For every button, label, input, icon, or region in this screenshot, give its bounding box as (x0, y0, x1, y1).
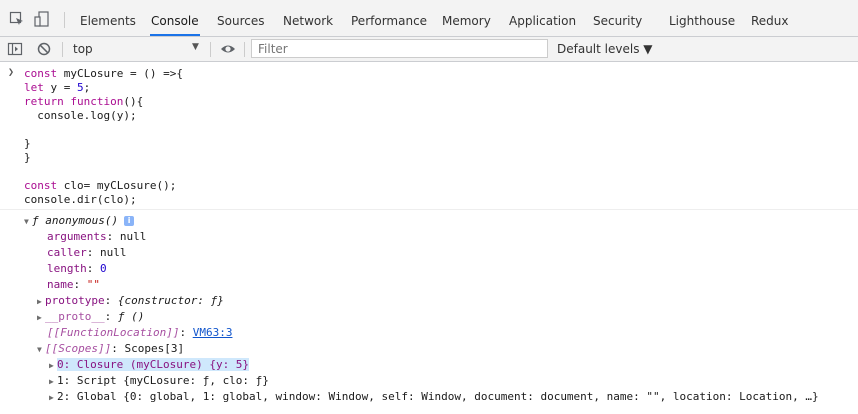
sidebar-toggle-icon[interactable] (7, 41, 23, 57)
tree-property: length: 0 (47, 262, 107, 275)
tree-property: caller: null (47, 246, 127, 259)
log-levels-dropdown[interactable]: Default levels ▼ (557, 42, 653, 56)
property-value: "" (86, 278, 100, 291)
property-key: arguments (47, 230, 107, 243)
scope-item[interactable]: ▶ 0: Closure (myCLosure) {y: 5} (0, 358, 858, 372)
property-value: Scopes[3] (124, 342, 185, 355)
toolbar-divider (210, 42, 211, 57)
tab-console[interactable]: Console (150, 0, 200, 36)
eye-icon[interactable] (220, 41, 236, 57)
property-value: 0 (100, 262, 107, 275)
triangle-collapsed-icon[interactable]: ▶ (49, 375, 57, 386)
device-toggle-icon[interactable] (34, 11, 50, 27)
property-key: [[FunctionLocation]] (47, 326, 180, 339)
filter-input[interactable] (251, 39, 548, 58)
triangle-collapsed-icon[interactable]: ▶ (49, 391, 57, 402)
triangle-expanded-icon[interactable]: ▼ (24, 215, 32, 226)
property-key: [[Scopes]] (45, 342, 112, 355)
code-line: } (24, 151, 31, 164)
message-divider (0, 209, 858, 210)
property-value: null (119, 230, 147, 243)
tree-property: [[FunctionLocation]]: VM63:3 (47, 326, 233, 339)
toolbar-divider (244, 42, 245, 57)
console-output: ❯ const myCLosure = () =>{ let y = 5; re… (0, 62, 858, 414)
property-key: name (47, 278, 74, 291)
tree-property-expandable[interactable]: ▶ __proto__: ƒ () (0, 310, 858, 324)
property-key: __proto__ (45, 310, 105, 323)
tab-elements[interactable]: Elements (79, 0, 137, 36)
clear-console-icon[interactable] (36, 41, 52, 57)
tab-lighthouse[interactable]: Lighthouse (668, 0, 736, 36)
toolbar-divider (62, 42, 63, 57)
triangle-collapsed-icon[interactable]: ▶ (49, 359, 57, 370)
scope-closure[interactable]: 0: Closure (myCLosure) {y: 5} (57, 358, 250, 371)
toolbar-divider (64, 12, 65, 28)
code-line: return function(){ (24, 95, 144, 108)
scope-script[interactable]: 1: Script {myCLosure: ƒ, clo: ƒ} (57, 374, 269, 387)
tab-performance[interactable]: Performance (350, 0, 428, 36)
devtools-tab-bar: Elements Console Sources Network Perform… (0, 0, 858, 37)
console-toolbar: top ▼ Default levels ▼ (0, 37, 858, 62)
scope-global[interactable]: 2: Global {0: global, 1: global, window:… (57, 390, 819, 403)
code-line: let y = 5; (24, 81, 91, 94)
property-key: caller (47, 246, 87, 259)
scope-item[interactable]: ▶ 1: Script {myCLosure: ƒ, clo: ƒ} (0, 374, 858, 388)
tab-sources[interactable]: Sources (216, 0, 265, 36)
object-tree-header[interactable]: ▼ ƒ anonymous() i (0, 214, 858, 228)
chevron-down-icon[interactable]: ▼ (192, 42, 199, 52)
triangle-collapsed-icon[interactable]: ▶ (37, 295, 45, 306)
property-value: {constructor: ƒ} (117, 294, 224, 307)
property-key: length (47, 262, 87, 275)
function-signature: ƒ anonymous() (32, 214, 119, 227)
triangle-collapsed-icon[interactable]: ▶ (37, 311, 45, 322)
scope-item[interactable]: ▶ 2: Global {0: global, 1: global, window… (0, 390, 858, 404)
triangle-expanded-icon[interactable]: ▼ (37, 343, 45, 354)
tab-security[interactable]: Security (592, 0, 643, 36)
property-key: prototype (45, 294, 105, 307)
tree-property-expandable[interactable]: ▼ [[Scopes]]: Scopes[3] (0, 342, 858, 356)
tab-network[interactable]: Network (282, 0, 334, 36)
tab-redux[interactable]: Redux (750, 0, 790, 36)
code-line: console.dir(clo); (24, 193, 137, 206)
tab-memory[interactable]: Memory (441, 0, 492, 36)
tree-property-expandable[interactable]: ▶ prototype: {constructor: ƒ} (0, 294, 858, 308)
property-value: ƒ () (117, 310, 145, 323)
tree-property: name: "" (47, 278, 100, 291)
tree-property: arguments: null (47, 230, 147, 243)
source-link[interactable]: VM63:3 (193, 326, 233, 339)
property-value: null (100, 246, 127, 259)
inspect-element-icon[interactable] (9, 11, 25, 27)
execution-context-select[interactable]: top (73, 42, 93, 56)
code-line: } (24, 137, 31, 150)
code-line: console.log(y); (24, 109, 137, 122)
code-line: const myCLosure = () =>{ (24, 67, 183, 80)
tab-application[interactable]: Application (508, 0, 577, 36)
info-icon[interactable]: i (124, 216, 135, 226)
code-line: const clo= myCLosure(); (24, 179, 177, 192)
